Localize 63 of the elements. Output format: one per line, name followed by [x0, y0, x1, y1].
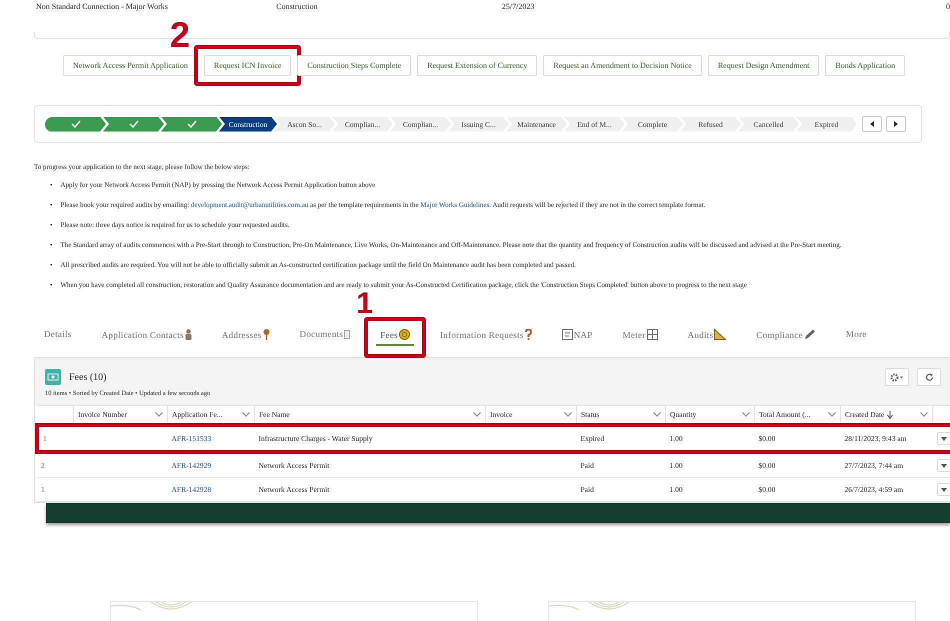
- document-icon: [344, 330, 350, 338]
- tab[interactable]: Compliance: [752, 329, 820, 346]
- left-triangle-icon: [869, 121, 875, 127]
- check-icon: [70, 120, 80, 128]
- person-icon: [184, 329, 192, 340]
- grid-icon: [646, 329, 658, 340]
- tab[interactable]: Information Requests: [436, 329, 536, 346]
- question-icon: [524, 329, 532, 340]
- callout-number: 1: [356, 289, 373, 319]
- record-field: 25/7/2023: [502, 2, 946, 10]
- action-button[interactable]: Bonds Application: [825, 55, 906, 76]
- right-triangle-icon: [893, 121, 899, 127]
- previous-button[interactable]: [862, 116, 882, 132]
- tab[interactable]: Audits: [684, 329, 730, 346]
- tab[interactable]: Documents: [296, 329, 354, 345]
- settings-button[interactable]: [885, 368, 909, 386]
- action-button[interactable]: Construction Steps Complete: [297, 55, 412, 76]
- action-button[interactable]: Request ICN Invoice: [204, 55, 292, 76]
- chevron-down-icon: [473, 412, 481, 417]
- dropdown-triangle-icon: [940, 488, 946, 492]
- chevron-down-icon: [920, 412, 928, 417]
- action-button[interactable]: Request Extension of Currency: [417, 55, 538, 76]
- refresh-button[interactable]: [917, 368, 941, 386]
- record-field: 0: [946, 2, 950, 10]
- form-icon: [562, 329, 573, 340]
- money-icon: [45, 369, 61, 385]
- dropdown-triangle-icon: [940, 436, 946, 440]
- chevron-down-icon: [742, 412, 750, 417]
- card-title: Fees (10): [69, 372, 106, 382]
- tab[interactable]: Addresses: [218, 329, 274, 346]
- path-step[interactable]: [103, 116, 164, 132]
- record-field: Non Standard Connection - Major Works: [36, 2, 276, 10]
- callout-number: 2: [170, 17, 190, 53]
- next-button[interactable]: [886, 116, 906, 132]
- tab[interactable]: Application Contacts: [98, 329, 196, 346]
- coin-icon: [398, 329, 410, 340]
- chevron-down-icon: [155, 412, 163, 417]
- tab[interactable]: More: [842, 329, 871, 345]
- row-menu-button[interactable]: [936, 432, 950, 445]
- ruler-icon: [714, 329, 726, 340]
- path-step[interactable]: [45, 116, 106, 132]
- check-icon: [128, 120, 138, 128]
- dropdown-triangle-icon: [940, 464, 946, 468]
- record-field: Construction: [276, 2, 502, 10]
- refresh-icon: [924, 372, 934, 382]
- action-button[interactable]: Request an Amendment to Decision Notice: [543, 55, 702, 76]
- chevron-down-icon: [564, 412, 572, 417]
- tab[interactable]: Fees: [376, 329, 414, 346]
- settings-icon: [890, 372, 904, 382]
- chevron-down-icon: [653, 412, 661, 417]
- tab[interactable]: Details: [40, 329, 76, 345]
- sort-arrow-icon: [887, 410, 894, 418]
- chevron-down-icon: [242, 412, 250, 417]
- check-icon: [186, 120, 196, 128]
- chevron-down-icon: [828, 412, 836, 417]
- pin-icon: [262, 329, 270, 340]
- row-menu-button[interactable]: [936, 459, 950, 472]
- action-button[interactable]: Request Design Amendment: [708, 55, 820, 76]
- row-menu-button[interactable]: [936, 483, 950, 496]
- pencil-icon: [804, 329, 816, 340]
- tab[interactable]: Meter: [618, 329, 662, 346]
- tab[interactable]: NAP: [558, 329, 597, 346]
- path-step[interactable]: [161, 116, 222, 132]
